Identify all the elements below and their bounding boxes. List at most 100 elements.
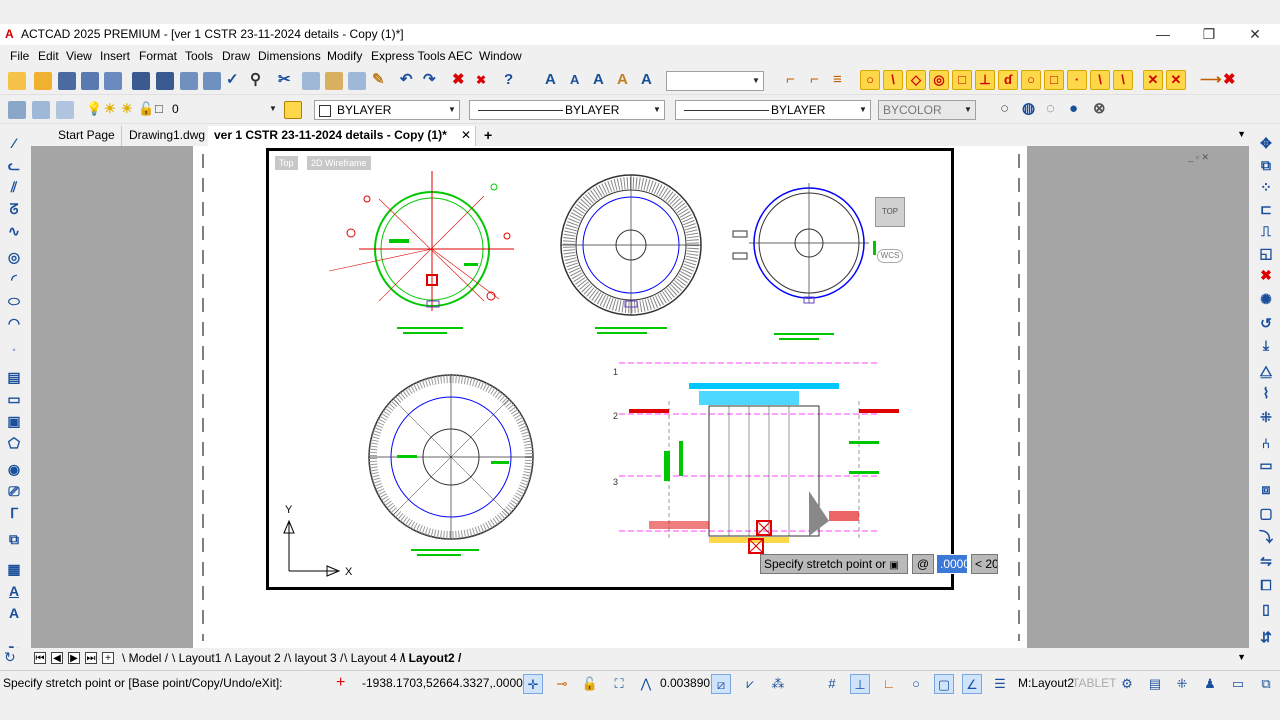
layout-list-chevron-icon[interactable]: ▼ — [1237, 652, 1246, 662]
layout-tab-layout-3[interactable]: \ layout 3 / — [288, 651, 343, 665]
spline-icon[interactable]: ∿ — [6, 223, 22, 239]
snap-quadrant-icon[interactable]: ◇ — [906, 70, 926, 90]
command-line[interactable]: Specify stretch point or [Base point/Cop… — [3, 676, 282, 690]
text-style-combo[interactable]: ▼ — [666, 71, 764, 91]
grid-display-icon[interactable]: ⊸ — [552, 674, 572, 694]
settings-gear-icon[interactable]: ⚙ — [1117, 674, 1137, 694]
plot-icon[interactable] — [156, 72, 174, 90]
polyline-icon[interactable]: ᘔ — [6, 201, 22, 217]
plotstyle-combo[interactable]: BYCOLOR ▼ — [878, 100, 976, 120]
polygon-icon[interactable]: ⬠ — [6, 435, 22, 451]
color-combo[interactable]: BYLAYER ▼ — [314, 100, 460, 120]
snap-tracking-icon[interactable]: ⟶ — [1200, 71, 1222, 89]
ellipse-icon[interactable]: ⬭ — [6, 293, 22, 309]
snap-midpoint-icon[interactable]: \ — [1090, 70, 1110, 90]
clean-screen-icon[interactable]: ▭ — [1228, 674, 1248, 694]
help-icon[interactable]: ? — [504, 71, 513, 89]
save-icon[interactable] — [58, 72, 76, 90]
copy-with-base-icon[interactable] — [348, 72, 366, 90]
lengthen-icon[interactable]: ▢ — [1258, 505, 1274, 521]
otrack-icon[interactable]: ▢ — [934, 674, 954, 694]
lock-ui-icon[interactable]: 🔓 — [580, 674, 600, 694]
properties-icon[interactable]: ⤵ — [1258, 529, 1274, 545]
layer-previous-icon[interactable] — [32, 101, 50, 119]
join-icon[interactable]: ⁜ — [1258, 409, 1274, 425]
prev-layout-icon[interactable]: ◀ — [51, 652, 63, 664]
align-icon[interactable]: ⇋ — [1258, 553, 1274, 569]
mirror-icon[interactable]: ⧋ — [1258, 363, 1274, 379]
copy-icon[interactable] — [302, 72, 320, 90]
annotation-visibility-icon[interactable]: ⧄ — [711, 674, 731, 694]
explode-icon[interactable]: ✺ — [1258, 291, 1274, 307]
menu-edit[interactable]: Edit — [38, 49, 59, 63]
snap-grid-icon[interactable]: ⁂ — [768, 674, 788, 694]
menu-view[interactable]: View — [66, 49, 92, 63]
no-shade-icon[interactable]: ⊗ — [1093, 100, 1106, 118]
osnap-from-icon[interactable]: ≡ — [833, 71, 842, 89]
auto-scale-icon[interactable]: ⩗ — [740, 674, 760, 694]
measure-icon[interactable]: ▯ — [1258, 601, 1274, 617]
snap-tangent-icon[interactable]: \ — [883, 70, 903, 90]
layer-color-swatch-icon[interactable]: □ — [155, 100, 163, 118]
arc-icon[interactable]: ◜ — [6, 271, 22, 287]
layer-on-icon[interactable]: 💡 — [86, 100, 102, 118]
ortho-icon[interactable]: ⊥ — [850, 674, 870, 694]
tab-active-drawing[interactable]: ver 1 CSTR 23-11-2024 details - Copy (1)… — [208, 126, 476, 146]
menu-modify[interactable]: Modify — [327, 49, 362, 63]
last-layout-icon[interactable]: ⏭ — [85, 652, 97, 664]
print-icon[interactable] — [132, 72, 150, 90]
table-icon[interactable]: ▦ — [6, 561, 22, 577]
tab-drawing1[interactable]: Drawing1.dwg — [123, 126, 213, 146]
menu-file[interactable]: File — [10, 49, 29, 63]
single-line-text-icon[interactable]: A — [6, 605, 22, 621]
snap-node-icon[interactable]: ◎ — [929, 70, 949, 90]
point-icon[interactable]: ◦ — [6, 343, 22, 359]
osnap-tracking-icon[interactable]: ⌐ — [810, 71, 819, 89]
zoom-extents-icon[interactable]: ⛶ — [609, 674, 629, 694]
model-space-label[interactable]: M:Layout2 — [1018, 676, 1074, 690]
first-layout-icon[interactable]: ⏮ — [34, 652, 46, 664]
regen-icon[interactable]: ↻ — [4, 649, 16, 666]
copy-objects-icon[interactable]: ⧉ — [1258, 157, 1274, 173]
offset-icon[interactable]: ⊏ — [1258, 201, 1274, 217]
break-icon[interactable]: ⑃ — [1258, 435, 1274, 451]
layer-lock-icon[interactable]: 🔓 — [138, 100, 154, 118]
user-icon[interactable]: ♟ — [1200, 674, 1220, 694]
layer-combo[interactable]: 0 ▼ — [168, 100, 280, 120]
menu-tools[interactable]: Tools — [185, 49, 213, 63]
close-button[interactable]: ✕ — [1232, 24, 1278, 45]
snap-parallel-icon[interactable]: \ — [1113, 70, 1133, 90]
drawing-canvas[interactable]: _ ▫ ✕ Top 2D Wireframe 1 2 3 Y X TOP WCS… — [31, 146, 1249, 648]
fillet-icon[interactable]: ⌇ — [1258, 385, 1274, 401]
scale-icon[interactable]: ◱ — [1258, 245, 1274, 261]
find-icon[interactable]: ⚲ — [250, 71, 261, 89]
dynamic-input-angle[interactable]: < 20 — [971, 554, 998, 574]
tab-close-icon[interactable]: ✕ — [461, 126, 471, 145]
hidden-shade-icon[interactable]: ◍ — [1022, 100, 1035, 118]
layout-tab-layout-4[interactable]: \ Layout 4 / — [344, 651, 403, 665]
paste-icon[interactable] — [325, 72, 343, 90]
grid-icon[interactable]: # — [822, 674, 842, 694]
coordinates-readout[interactable]: -1938.1703,52664.3327,.0000 — [362, 676, 523, 690]
layer-thaw-icon[interactable]: ☀ — [104, 100, 116, 118]
rectangle-icon[interactable]: ▭ — [6, 391, 22, 407]
add-layout-icon[interactable]: + — [102, 652, 114, 664]
text-style-icon[interactable]: A — [617, 71, 628, 89]
snap-point-icon[interactable]: · — [1067, 70, 1087, 90]
tab-list-chevron-icon[interactable]: ▼ — [1237, 129, 1246, 139]
snap-intersection-icon[interactable]: □ — [952, 70, 972, 90]
flat-shade-icon[interactable]: ◌ — [1046, 100, 1055, 118]
menu-aec[interactable]: AEC — [448, 49, 473, 63]
publish-icon[interactable] — [203, 72, 221, 90]
menu-express-tools[interactable]: Express Tools — [371, 49, 445, 63]
print-preview-icon[interactable] — [180, 72, 198, 90]
undo-icon[interactable]: ↶ — [400, 71, 413, 89]
cancel-command-icon[interactable]: ✖ — [476, 71, 486, 89]
hatch-icon[interactable]: ▤ — [6, 369, 22, 385]
minimize-button[interactable]: — — [1140, 24, 1186, 45]
trim-icon[interactable]: ⧈ — [1258, 481, 1274, 497]
tab-start-page[interactable]: Start Page — [52, 126, 122, 146]
isolate-objects-icon[interactable]: ⁜ — [1172, 674, 1192, 694]
annotation-scale-icon[interactable]: ⋀ — [636, 674, 656, 694]
layout-tab-layout-2[interactable]: \ Layout 2 / — [228, 651, 287, 665]
